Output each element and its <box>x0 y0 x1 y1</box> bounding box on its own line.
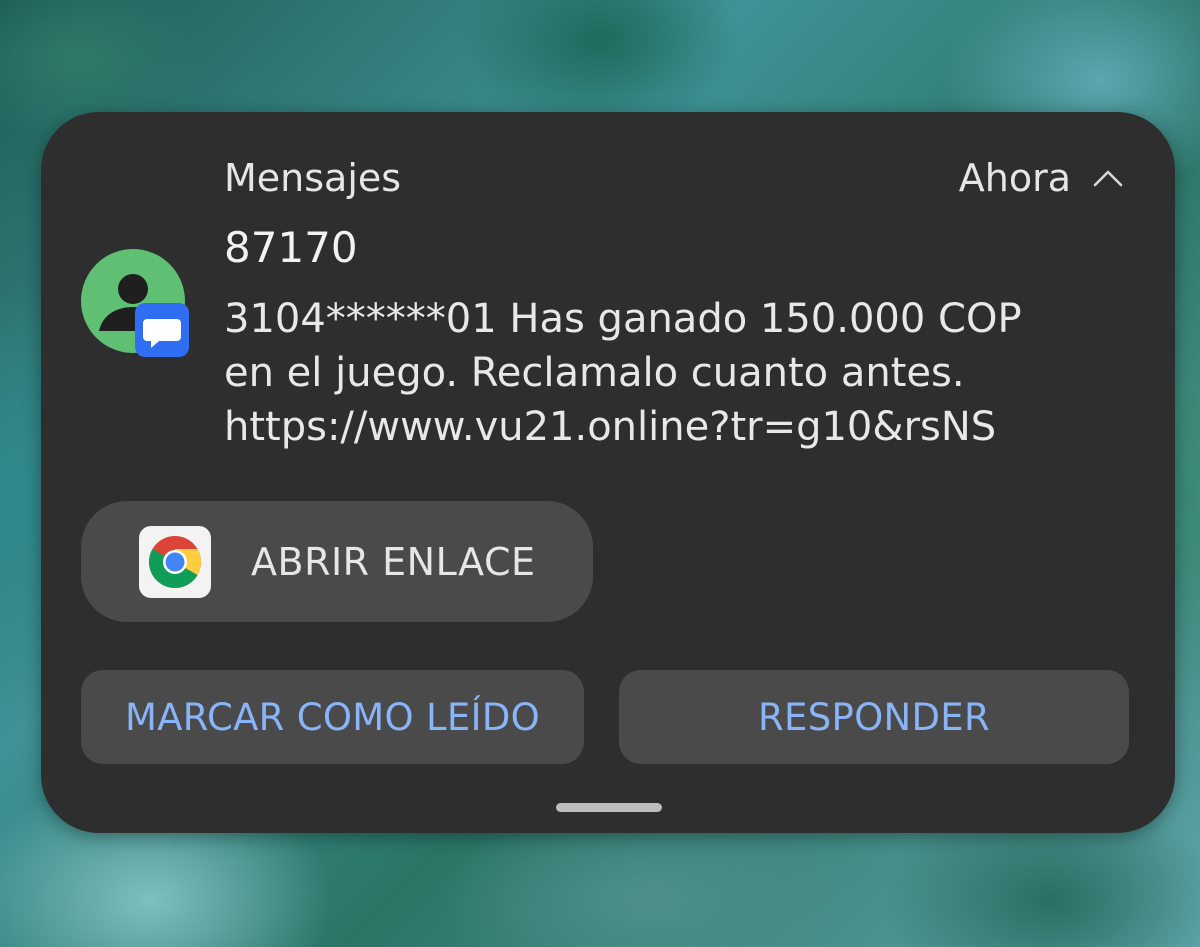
open-link-label: ABRIR ENLACE <box>251 539 536 584</box>
chevron-up-icon[interactable] <box>1093 168 1123 188</box>
chrome-icon <box>139 525 211 598</box>
message-line: 3104******01 Has ganado 150.000 COP <box>224 296 1022 342</box>
contact-avatar <box>81 249 189 357</box>
messages-app-icon <box>135 303 189 357</box>
notification-time: Ahora <box>958 156 1071 200</box>
message-link-line: https://www.vu21.online?tr=g10&rsNS <box>224 404 997 450</box>
app-name: Mensajes <box>224 156 402 200</box>
message-notification-card[interactable]: Mensajes Ahora 87170 3104******01 Has ga… <box>41 112 1175 833</box>
notification-header-right: Ahora <box>959 156 1123 200</box>
open-link-button[interactable]: ABRIR ENLACE <box>81 501 593 622</box>
reply-button[interactable]: RESPONDER <box>619 670 1129 764</box>
message-body: 3104******01 Has ganado 150.000 COP en e… <box>224 292 1134 454</box>
mark-as-read-button[interactable]: MARCAR COMO LEÍDO <box>81 670 584 764</box>
sender-number: 87170 <box>224 223 358 272</box>
drag-handle[interactable] <box>556 803 662 812</box>
message-line: en el juego. Reclamalo cuanto antes. <box>224 350 965 396</box>
